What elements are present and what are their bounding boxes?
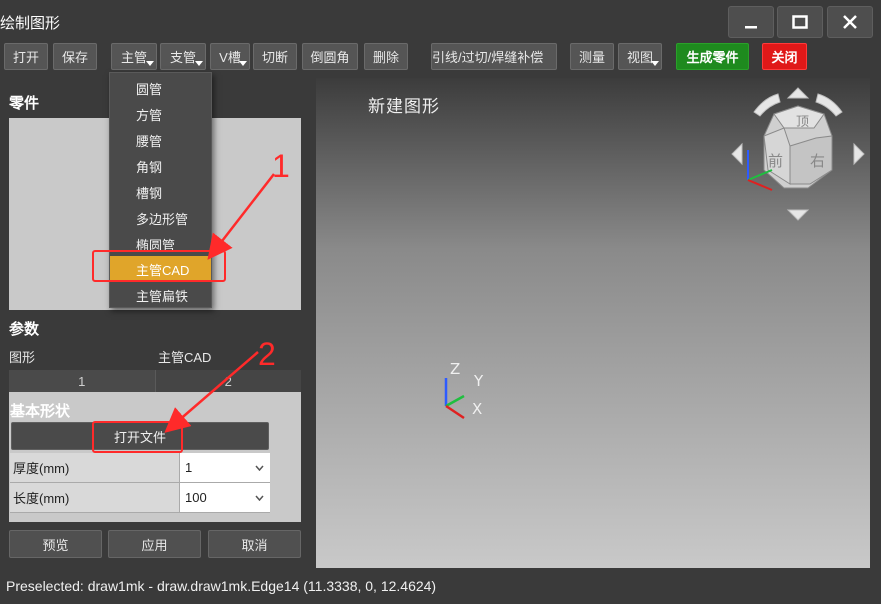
delete-button[interactable]: 删除 (364, 43, 408, 70)
menu-item-main-pipe-flat-iron[interactable]: 主管扁铁 (110, 282, 211, 308)
close-button[interactable]: 关闭 (762, 43, 807, 70)
dropdown-arrow-icon (146, 61, 154, 66)
x-axis-label: X (472, 400, 482, 418)
branch-pipe-button[interactable]: 支管 (160, 43, 206, 70)
v-groove-label: V槽 (219, 50, 241, 65)
title-bar: 绘制图形 (0, 0, 881, 40)
menu-item-square-pipe[interactable]: 方管 (110, 101, 211, 127)
table-row: 厚度(mm) 1 (10, 453, 270, 483)
save-button[interactable]: 保存 (53, 43, 97, 70)
navigation-cube[interactable]: 顶 前 右 (728, 84, 868, 224)
minimize-icon (745, 26, 757, 29)
status-bar: Preselected: draw1mk - draw.draw1mk.Edge… (0, 568, 881, 604)
preview-button[interactable]: 预览 (9, 530, 102, 558)
window-title: 绘制图形 (0, 15, 61, 32)
viewport-title: 新建图形 (368, 97, 440, 116)
callout-box-1 (92, 250, 226, 282)
tab-2[interactable]: 2 (156, 370, 302, 392)
dropdown-arrow-icon (239, 61, 247, 66)
callout-box-2 (92, 421, 183, 453)
callout-number-1: 1 (272, 148, 290, 184)
menu-item-oblong-pipe[interactable]: 腰管 (110, 127, 211, 153)
v-groove-button[interactable]: V槽 (210, 43, 250, 70)
menu-item-polygon-pipe[interactable]: 多边形管 (110, 205, 211, 231)
tab-1[interactable]: 1 (9, 370, 156, 392)
status-text: Preselected: draw1mk - draw.draw1mk.Edge… (6, 578, 437, 594)
view-button[interactable]: 视图 (618, 43, 662, 70)
cube-front-label: 前 (768, 152, 783, 170)
dropdown-arrow-icon (195, 61, 203, 66)
menu-item-channel-steel[interactable]: 槽钢 (110, 179, 211, 205)
shape-label: 图形 (9, 350, 36, 365)
menu-item-round-pipe[interactable]: 圆管 (110, 75, 211, 101)
cancel-button[interactable]: 取消 (208, 530, 301, 558)
apply-button[interactable]: 应用 (108, 530, 201, 558)
length-select[interactable]: 100 (180, 483, 270, 512)
shape-value: 主管CAD (158, 350, 212, 365)
main-pipe-button[interactable]: 主管 (111, 43, 157, 70)
cube-icon[interactable]: 顶 前 右 (763, 105, 833, 189)
weld-compensation-button[interactable]: 引线/过切/焊缝补偿 (431, 43, 557, 70)
menu-item-angle-steel[interactable]: 角钢 (110, 153, 211, 179)
thickness-label: 厚度(mm) (10, 453, 180, 482)
basic-shape-title: 基本形状 (10, 403, 71, 420)
x-axis-line (445, 404, 465, 420)
y-axis-label: Y (473, 372, 484, 390)
tab-content: 基本形状 打开文件 厚度(mm) 1 长度(mm) 100 (9, 392, 301, 522)
table-row: 长度(mm) 100 (10, 483, 270, 513)
cube-top-label: 顶 (796, 115, 809, 130)
maximize-icon (792, 15, 808, 29)
open-button[interactable]: 打开 (4, 43, 48, 70)
minimize-button[interactable] (728, 6, 774, 38)
main-pipe-label: 主管 (120, 50, 147, 65)
y-axis-line (445, 394, 465, 408)
close-window-button[interactable] (827, 6, 873, 38)
fillet-button[interactable]: 倒圆角 (302, 43, 358, 70)
cut-button[interactable]: 切断 (253, 43, 297, 70)
params-title: 参数 (9, 321, 40, 338)
maximize-button[interactable] (777, 6, 823, 38)
z-axis-label: Z (450, 360, 460, 378)
cube-right-label: 右 (810, 152, 825, 170)
branch-pipe-label: 支管 (169, 50, 196, 65)
parts-title: 零件 (9, 95, 40, 112)
length-label: 长度(mm) (10, 483, 180, 512)
view-label: 视图 (626, 50, 653, 65)
chevron-down-icon (255, 495, 264, 501)
origin-axes: Z Y X (444, 360, 484, 420)
generate-part-button[interactable]: 生成零件 (676, 43, 749, 70)
thickness-select[interactable]: 1 (180, 453, 270, 482)
thickness-value: 1 (185, 460, 193, 475)
chevron-down-icon (255, 465, 264, 471)
length-value: 100 (185, 490, 207, 505)
param-tabs: 1 2 (9, 370, 301, 392)
measure-button[interactable]: 测量 (570, 43, 614, 70)
close-icon (843, 15, 857, 29)
dropdown-arrow-icon (651, 61, 659, 66)
toolbar: 打开 保存 主管 支管 V槽 切断 倒圆角 删除 引线/过切/焊缝补偿 测量 视… (0, 40, 881, 74)
param-table: 厚度(mm) 1 长度(mm) 100 (10, 453, 270, 513)
callout-number-2: 2 (258, 336, 276, 372)
3d-viewport[interactable]: 新建图形 顶 前 右 Z Y X (316, 78, 870, 568)
